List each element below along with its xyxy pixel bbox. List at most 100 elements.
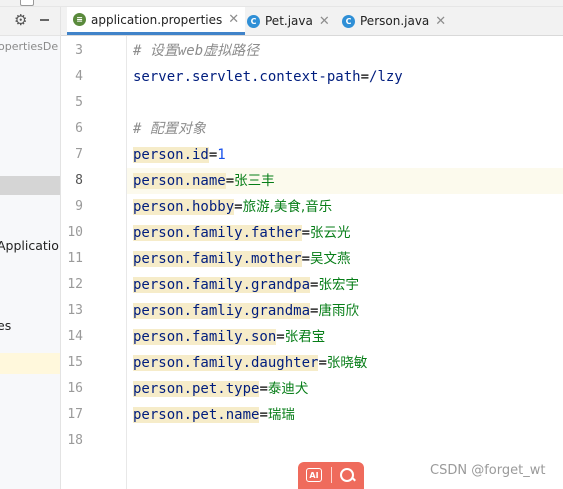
- code-text: person.family.mother=吴文燕: [133, 246, 351, 272]
- code-line[interactable]: person.name=张三丰: [127, 168, 563, 194]
- watermark: CSDN @forget_wt: [430, 463, 546, 478]
- equals-sign: =: [318, 355, 327, 371]
- tab-pet-java[interactable]: C Pet.java ✕: [247, 7, 330, 35]
- code-line[interactable]: person.family.mother=吴文燕: [127, 246, 563, 272]
- code-text: person.name=张三丰: [133, 168, 275, 194]
- ai-floating-toolbar: AI: [298, 462, 364, 489]
- code-text: person.family.grandpa=张宏宇: [133, 272, 359, 298]
- code-text: person.hobby=旅游,美食,音乐: [133, 194, 332, 220]
- code-text: person.family.son=张君宝: [133, 324, 325, 350]
- search-icon-handle: [351, 476, 356, 482]
- property-key: person.pet.name: [133, 407, 260, 423]
- code-text: # 设置web虚拟路径: [133, 38, 259, 64]
- equals-sign: =: [259, 407, 268, 423]
- project-tree-item[interactable]: es: [0, 316, 57, 336]
- project-tree-highlight-row[interactable]: [0, 353, 60, 374]
- line-number: 17: [67, 407, 83, 422]
- project-tree-item[interactable]: opertiesDe: [0, 37, 58, 57]
- code-line[interactable]: person.id=1: [127, 142, 563, 168]
- property-value: 泰迪犬: [267, 381, 309, 397]
- window-title-strip: [0, 0, 563, 7]
- equals-sign: =: [276, 329, 285, 345]
- line-number: 13: [67, 303, 83, 318]
- code-line[interactable]: # 配置对象: [127, 116, 563, 142]
- window-icon: [20, 0, 34, 6]
- code-text: # 配置对象: [133, 116, 206, 142]
- property-key: person.family.father: [133, 225, 302, 241]
- line-number: 14: [67, 329, 83, 344]
- tab-application-properties[interactable]: ≡ application.properties ✕: [67, 7, 246, 35]
- equals-sign: =: [360, 69, 370, 85]
- close-icon[interactable]: ✕: [228, 12, 239, 27]
- equals-sign: =: [301, 225, 311, 241]
- property-value: 张晓敏: [326, 355, 368, 371]
- tab-label: Person.java: [360, 14, 430, 28]
- code-line[interactable]: [127, 428, 563, 454]
- minimize-icon[interactable]: [40, 19, 49, 21]
- code-line[interactable]: person.famliy.grandma=唐雨欣: [127, 298, 563, 324]
- code-line[interactable]: person.pet.name=瑞瑞: [127, 402, 563, 428]
- property-key: person.hobby: [133, 199, 235, 215]
- line-number: 11: [67, 251, 83, 266]
- line-number: 4: [75, 69, 83, 84]
- line-number: 5: [75, 95, 83, 110]
- code-text: server.servlet.context-path=/lzy: [133, 64, 403, 90]
- editor-tab-bar: ≡ application.properties ✕ C Pet.java ✕ …: [61, 7, 563, 36]
- line-number: 16: [67, 381, 83, 396]
- line-number: 10: [67, 225, 83, 240]
- toolbar-divider: [331, 467, 332, 483]
- code-line[interactable]: [127, 90, 563, 116]
- property-value: 张三丰: [234, 173, 275, 189]
- gear-icon[interactable]: ⚙: [14, 11, 27, 29]
- java-class-icon: C: [247, 14, 260, 28]
- line-number: 12: [67, 277, 83, 292]
- code-line[interactable]: person.family.father=张云光: [127, 220, 563, 246]
- property-value: 旅游,美食,音乐: [242, 199, 333, 215]
- search-icon[interactable]: [340, 468, 354, 482]
- property-value: 1: [217, 147, 226, 163]
- property-value: 吴文燕: [310, 251, 351, 267]
- comment-text: # 配置对象: [133, 121, 206, 137]
- property-value: 张君宝: [284, 329, 326, 345]
- line-number: 3: [75, 43, 83, 58]
- code-line[interactable]: person.family.grandpa=张宏宇: [127, 272, 563, 298]
- line-number: 9: [75, 199, 83, 214]
- property-key: person.family.son: [133, 329, 277, 345]
- code-text: person.famliy.grandma=唐雨欣: [133, 298, 359, 324]
- property-key: person.pet.type: [133, 381, 260, 397]
- code-text: person.id=1: [133, 142, 226, 168]
- property-value: /lzy: [369, 69, 403, 85]
- property-key: person.family.grandpa: [133, 277, 311, 293]
- ai-assistant-icon[interactable]: AI: [306, 468, 322, 482]
- line-number: 18: [67, 433, 83, 448]
- tab-person-java[interactable]: C Person.java ✕: [342, 7, 446, 35]
- project-panel: ⚙ opertiesDe Application es: [0, 7, 61, 489]
- code-line[interactable]: person.family.son=张君宝: [127, 324, 563, 350]
- code-text: person.pet.name=瑞瑞: [133, 402, 295, 428]
- properties-file-icon: ≡: [73, 13, 86, 26]
- code-text: person.family.father=张云光: [133, 220, 351, 246]
- project-tree-selected-row[interactable]: [0, 176, 60, 195]
- close-icon[interactable]: ✕: [319, 14, 330, 29]
- line-number: 8: [75, 173, 83, 188]
- code-line[interactable]: server.servlet.context-path=/lzy: [127, 64, 563, 90]
- equals-sign: =: [301, 251, 311, 267]
- java-class-icon: C: [342, 14, 355, 28]
- code-line[interactable]: person.pet.type=泰迪犬: [127, 376, 563, 402]
- property-value: 张宏宇: [318, 277, 359, 293]
- code-line[interactable]: person.hobby=旅游,美食,音乐: [127, 194, 563, 220]
- project-tree-item[interactable]: Application: [0, 236, 60, 256]
- line-number: 7: [75, 147, 83, 162]
- equals-sign: =: [234, 199, 243, 215]
- close-icon[interactable]: ✕: [435, 14, 446, 29]
- property-value: 张云光: [310, 225, 351, 241]
- line-number: 6: [75, 121, 83, 136]
- code-line[interactable]: # 设置web虚拟路径: [127, 38, 563, 64]
- tab-label: Pet.java: [265, 14, 313, 28]
- property-key: person.famliy.grandma: [133, 303, 311, 319]
- comment-text: # 设置web虚拟路径: [133, 43, 260, 59]
- property-key: server.servlet.context-path: [133, 69, 361, 85]
- property-value: 瑞瑞: [267, 407, 295, 423]
- project-panel-toolbar: ⚙: [0, 7, 60, 36]
- code-line[interactable]: person.family.daughter=张晓敏: [127, 350, 563, 376]
